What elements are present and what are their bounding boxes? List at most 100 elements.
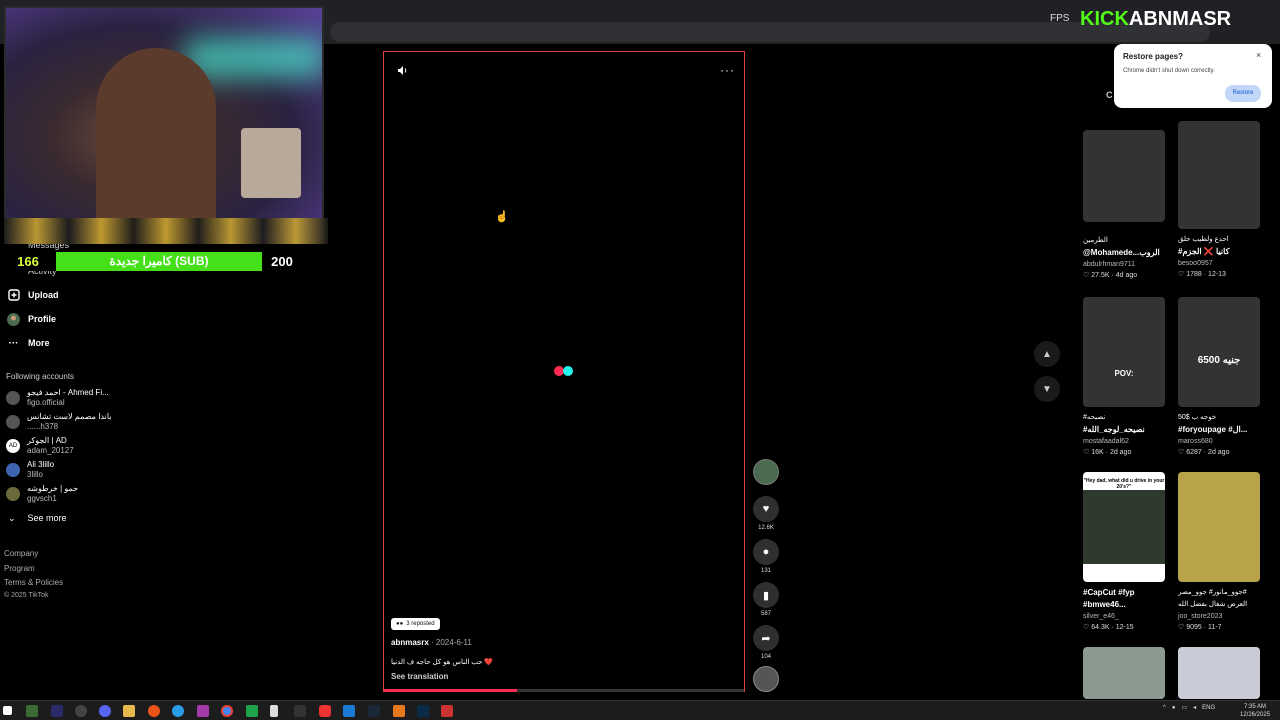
keyboard-language[interactable]: ENG xyxy=(1202,705,1215,711)
app-icon[interactable] xyxy=(197,705,209,717)
footer-link-terms[interactable]: Terms & Policies xyxy=(4,578,63,587)
video-thumbnail: 6500 جنيه xyxy=(1178,297,1260,407)
video-caption: حب الناس هو كل حاجه ف الدنيا ❤️ xyxy=(391,659,494,666)
clock-date: 12/26/2025 xyxy=(1240,712,1271,718)
footer-link-company[interactable]: Company xyxy=(4,549,38,558)
video-progress-bar[interactable] xyxy=(384,689,744,692)
following-account-handle: 3lillo xyxy=(27,470,44,479)
see-more-button[interactable]: ⌄ See more xyxy=(8,513,67,524)
video-thumbnail xyxy=(1083,647,1165,699)
video-card-caption: #نصيحه xyxy=(1083,414,1106,421)
video-card[interactable]: الطرمين @Mohamede...الروب abdulrhman9711… xyxy=(1083,130,1167,279)
video-card-caption: جوو_ماتور# جوو_مصر# xyxy=(1178,589,1247,596)
video-card[interactable]: POV: #نصيحه #نصيحه_لوجه_الله mostafaadal… xyxy=(1083,297,1167,456)
footer-link-program[interactable]: Program xyxy=(4,564,35,573)
mouse-cursor-icon: ☝ xyxy=(495,211,509,223)
following-account-name: Ali 3lillo xyxy=(27,460,55,469)
restore-button[interactable]: Restore xyxy=(1225,85,1261,102)
video-card-date: 12-15 xyxy=(1115,624,1134,631)
app-icon[interactable] xyxy=(172,705,184,717)
thumbnail-overlay-text: 6500 جنيه xyxy=(1197,355,1241,366)
video-card[interactable]: 6500 جنيه 50$ خوجه ب #foryoupage #ال... … xyxy=(1178,297,1262,456)
following-account[interactable]: احمد فيجو - Ahmed Fi... figo.official xyxy=(6,388,126,410)
more-options-icon[interactable]: ··· xyxy=(720,63,735,77)
video-card-tags: #نصيحه_لوجه_الله xyxy=(1083,425,1145,434)
volume-icon[interactable]: ◂ xyxy=(1193,704,1196,711)
comment-button[interactable]: ● 131 xyxy=(752,539,780,574)
video-card[interactable]: "Hey dad, what did u drive in your 20's?… xyxy=(1083,472,1167,631)
repost-badge[interactable]: ●● 3 reposted xyxy=(391,618,440,630)
video-card-caption: الطرمين xyxy=(1083,237,1108,244)
app-icon[interactable] xyxy=(246,705,258,717)
author-avatar[interactable] xyxy=(753,459,779,485)
brave-icon[interactable] xyxy=(319,705,331,717)
network-icon[interactable]: ▭ xyxy=(1181,704,1187,711)
video-card-caption: 50$ خوجه ب xyxy=(1178,414,1217,421)
webcam-background-light xyxy=(186,38,322,78)
footer-copyright: © 2025 TikTok xyxy=(4,592,49,599)
see-more-label: See more xyxy=(27,513,67,523)
premiere-icon[interactable] xyxy=(51,705,63,717)
file-icon[interactable] xyxy=(270,705,278,717)
following-account[interactable]: AD الجوكر | AD adam_20127 xyxy=(6,436,126,458)
following-account-name: احمد فيجو - Ahmed Fi... xyxy=(27,388,109,397)
sidebar-item-more[interactable]: ··· More xyxy=(7,333,50,353)
video-author[interactable]: abnmasrx · 2024-6-11 xyxy=(391,638,472,647)
loading-spinner-icon xyxy=(554,366,576,376)
app-icon[interactable] xyxy=(75,705,87,717)
restore-pages-dialog: Restore pages? Chrome didn't shut down c… xyxy=(1114,44,1272,108)
chevron-up-icon[interactable]: ^ xyxy=(1163,705,1166,711)
discord-icon[interactable] xyxy=(99,705,111,717)
video-card[interactable] xyxy=(1083,647,1167,699)
windows-start-icon[interactable] xyxy=(3,706,12,715)
sidebar-item-upload[interactable]: Upload xyxy=(7,285,59,305)
video-card[interactable] xyxy=(1178,647,1262,699)
folder-icon[interactable] xyxy=(123,705,135,717)
photoshop-icon[interactable] xyxy=(417,705,429,717)
following-accounts-title: Following accounts xyxy=(6,372,75,381)
system-tray: ^ ● ▭ ◂ ENG xyxy=(1163,704,1215,712)
steam-icon[interactable] xyxy=(368,705,380,717)
video-card[interactable]: جوو_ماتور# جوو_مصر# العرض شغال بفضل الله… xyxy=(1178,472,1262,631)
video-player[interactable]: ··· ☝ ●● 3 reposted abnmasrx · 2024-6-11… xyxy=(383,51,745,692)
repost-text: 3 reposted xyxy=(406,621,435,627)
app-icon[interactable] xyxy=(294,705,306,717)
following-account-handle: adam_20127 xyxy=(27,446,74,455)
save-button[interactable]: ▮ 587 xyxy=(752,582,780,617)
clock-time: 7:35 AM xyxy=(1244,704,1267,710)
app-icon[interactable] xyxy=(148,705,160,717)
chrome-icon[interactable] xyxy=(221,705,233,717)
video-card-likes: 64.3K xyxy=(1091,624,1110,631)
video-card-meta: ♡ 6287 · 2d ago xyxy=(1178,449,1230,456)
avatar xyxy=(6,487,20,501)
sub-goal-label: كاميرا جديدة (SUB) xyxy=(56,252,262,271)
following-account[interactable]: حمو | خرطوشه ggvsch1 xyxy=(6,484,126,506)
share-button[interactable]: ➦ 104 xyxy=(752,625,780,660)
app-icon[interactable] xyxy=(343,705,355,717)
app-icon[interactable] xyxy=(393,705,405,717)
following-account[interactable]: باندا مصمم لاست تشانس ......h378 xyxy=(6,412,126,434)
see-translation-link[interactable]: See translation xyxy=(391,672,448,681)
like-button[interactable]: ♥ 12.6K xyxy=(752,496,780,531)
app-icon[interactable] xyxy=(26,705,38,717)
kick-channel-name: ABNMASR xyxy=(1128,8,1232,30)
app-icon[interactable] xyxy=(441,705,453,717)
music-disc-icon[interactable] xyxy=(753,666,779,692)
like-count: 12.6K xyxy=(758,525,774,531)
close-icon[interactable]: × xyxy=(1256,50,1261,60)
taskbar-clock[interactable]: 7:35 AM 12/26/2025 xyxy=(1240,703,1270,719)
avatar xyxy=(6,415,20,429)
volume-icon[interactable] xyxy=(397,65,408,79)
video-card-caption: #CapCut #fyp xyxy=(1083,588,1135,597)
next-video-button[interactable]: ▼ xyxy=(1034,376,1060,402)
thumbnail-overlay-text: "Hey dad, what did u drive in your 20's?… xyxy=(1083,478,1165,490)
chevron-down-icon: ▼ xyxy=(1042,383,1052,395)
video-card-date: 4d ago xyxy=(1115,272,1138,279)
address-bar[interactable] xyxy=(330,22,1210,42)
restore-dialog-title: Restore pages? xyxy=(1123,52,1184,61)
previous-video-button[interactable]: ▲ xyxy=(1034,341,1060,367)
video-card[interactable]: احدع ولطيب حلق #كانيا ❌ الجزم besoo0957 … xyxy=(1178,121,1262,278)
mic-icon[interactable]: ● xyxy=(1172,705,1176,711)
following-account[interactable]: Ali 3lillo 3lillo xyxy=(6,460,126,482)
sidebar-item-profile[interactable]: Profile xyxy=(7,309,56,329)
